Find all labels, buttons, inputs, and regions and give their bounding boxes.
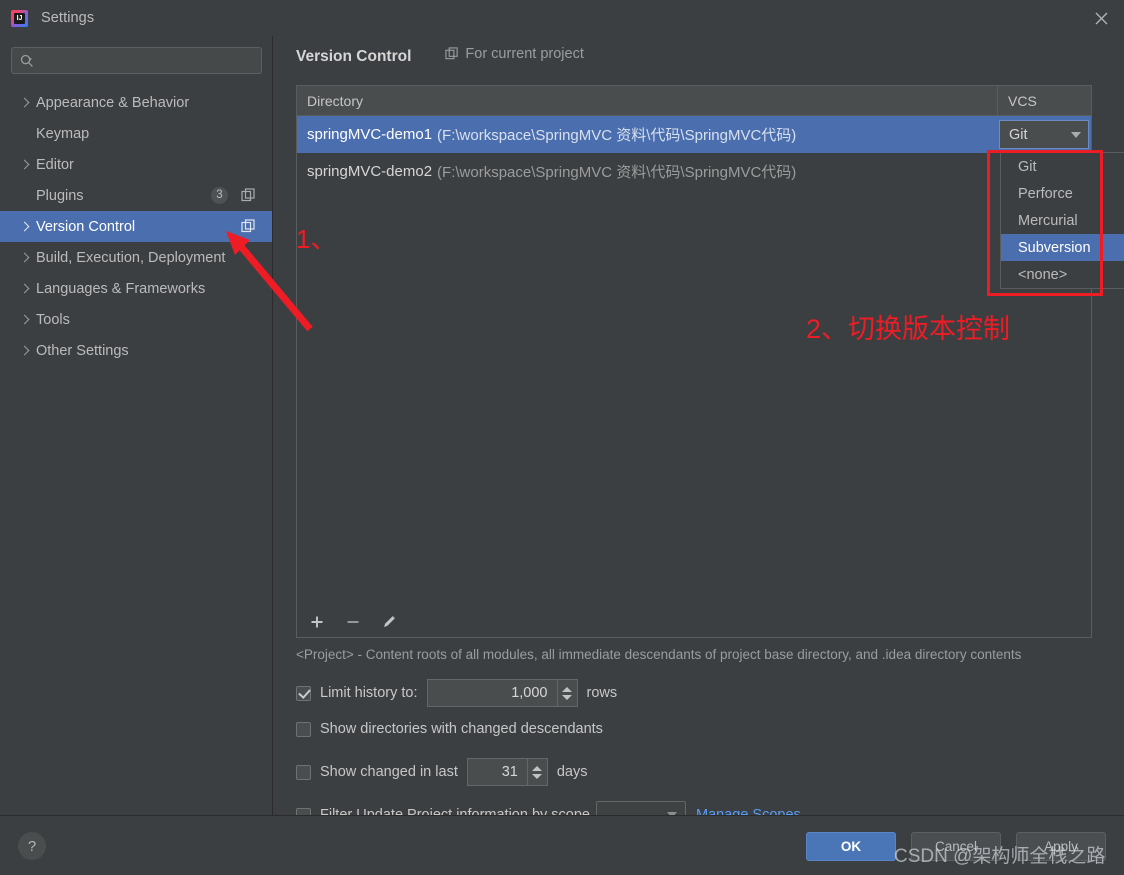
plugins-update-badge: 3 — [211, 187, 228, 204]
settings-tree: Appearance & Behavior Keymap Editor Plug… — [0, 87, 272, 366]
chevron-right-icon — [18, 282, 31, 295]
cancel-button[interactable]: Cancel — [911, 832, 1001, 861]
show-changed-stepper[interactable]: 31 — [466, 758, 548, 786]
column-header-vcs[interactable]: VCS — [998, 86, 1091, 115]
sidebar-item-label: Editor — [36, 156, 74, 173]
copy-scope-icon — [445, 47, 459, 61]
limit-history-suffix: rows — [586, 685, 618, 701]
search-container — [0, 36, 272, 74]
sidebar-item-tools[interactable]: Tools — [0, 304, 272, 335]
version-control-panel: Version Control For current project Dire… — [274, 36, 1124, 829]
page-title: Version Control — [296, 48, 412, 65]
show-directories-label: Show directories with changed descendant… — [320, 721, 603, 737]
chevron-right-icon — [18, 96, 31, 109]
search-icon — [20, 54, 34, 68]
column-header-directory[interactable]: Directory — [297, 86, 998, 115]
sidebar-item-keymap[interactable]: Keymap — [0, 118, 272, 149]
vcs-option-perforce[interactable]: Perforce — [1001, 180, 1124, 207]
sidebar-item-other-settings[interactable]: Other Settings — [0, 335, 272, 366]
stepper-up-icon[interactable] — [532, 765, 543, 771]
title-bar: IJ Settings — [0, 0, 1124, 36]
directory-name: springMVC-demo1 — [307, 126, 433, 143]
vcs-option-none[interactable]: <none> — [1001, 261, 1124, 288]
cell-directory: springMVC-demo1 (F:\workspace\SpringMVC … — [297, 116, 998, 153]
directory-mapping-table: Directory VCS springMVC-demo1 (F:\worksp… — [296, 85, 1092, 607]
show-changed-label: Show changed in last — [320, 764, 458, 780]
help-button[interactable]: ? — [18, 832, 46, 860]
table-header: Directory VCS — [297, 86, 1091, 116]
limit-history-stepper-buttons[interactable] — [556, 679, 578, 707]
directory-name: springMVC-demo2 — [307, 163, 433, 180]
directory-path: (F:\workspace\SpringMVC 资料\代码\SpringMVC代… — [437, 164, 797, 181]
remove-mapping-button[interactable] — [341, 610, 365, 634]
apply-button[interactable]: Apply — [1016, 832, 1106, 861]
sidebar-item-label: Version Control — [36, 218, 136, 235]
sidebar-item-editor[interactable]: Editor — [0, 149, 272, 180]
stepper-down-icon[interactable] — [562, 694, 572, 700]
limit-history-row: Limit history to: 1,000 rows — [296, 679, 617, 707]
show-changed-checkbox[interactable] — [296, 764, 311, 780]
table-row[interactable]: springMVC-demo1 (F:\workspace\SpringMVC … — [297, 116, 1091, 153]
settings-dialog: IJ Settings Appearance & Behavior Keymap… — [0, 0, 1124, 875]
project-scope-note: <Project> - Content roots of all modules… — [296, 647, 1022, 662]
chevron-right-icon — [18, 251, 31, 264]
limit-history-label: Limit history to: — [320, 685, 418, 701]
sidebar-item-label: Tools — [36, 311, 70, 328]
show-changed-value[interactable]: 31 — [466, 758, 527, 786]
sidebar-item-label: Keymap — [36, 125, 90, 142]
search-input[interactable] — [11, 47, 262, 74]
directory-path: (F:\workspace\SpringMVC 资料\代码\SpringMVC代… — [437, 127, 797, 144]
ok-button[interactable]: OK — [806, 832, 896, 861]
limit-history-checkbox[interactable] — [296, 685, 311, 701]
panel-header: Version Control For current project — [296, 46, 584, 66]
sidebar-item-label: Other Settings — [36, 342, 129, 359]
limit-history-value[interactable]: 1,000 — [426, 679, 557, 707]
sidebar-item-build-execution-deployment[interactable]: Build, Execution, Deployment — [0, 242, 272, 273]
add-mapping-button[interactable] — [305, 610, 329, 634]
sidebar-item-languages-frameworks[interactable]: Languages & Frameworks — [0, 273, 272, 304]
copy-icon[interactable] — [241, 188, 256, 203]
sidebar-item-appearance-behavior[interactable]: Appearance & Behavior — [0, 87, 272, 118]
chevron-right-icon — [18, 220, 31, 233]
vcs-option-mercurial[interactable]: Mercurial — [1001, 207, 1124, 234]
show-changed-suffix: days — [556, 764, 588, 780]
vcs-dropdown-menu: Git Perforce Mercurial Subversion <none> — [1000, 152, 1124, 289]
vcs-select[interactable]: Git — [999, 120, 1089, 149]
sidebar-item-label: Appearance & Behavior — [36, 94, 190, 111]
vcs-select-value: Git — [1009, 126, 1028, 143]
close-icon[interactable] — [1078, 0, 1124, 36]
chevron-right-icon — [18, 158, 31, 171]
settings-sidebar: Appearance & Behavior Keymap Editor Plug… — [0, 36, 273, 815]
show-changed-row: Show changed in last 31 days — [296, 758, 587, 786]
chevron-placeholder-icon — [18, 189, 31, 202]
intellij-idea-icon: IJ — [11, 9, 28, 27]
sidebar-item-plugins[interactable]: Plugins 3 — [0, 180, 272, 211]
chevron-right-icon — [18, 313, 31, 326]
limit-history-stepper[interactable]: 1,000 — [426, 679, 578, 707]
sidebar-item-label: Build, Execution, Deployment — [36, 249, 226, 266]
chevron-down-icon — [1071, 131, 1081, 138]
cell-directory: springMVC-demo2 (F:\workspace\SpringMVC … — [297, 153, 998, 190]
chevron-placeholder-icon — [18, 127, 31, 140]
stepper-down-icon[interactable] — [532, 773, 543, 779]
window-title: Settings — [41, 10, 95, 26]
show-changed-stepper-buttons[interactable] — [526, 758, 548, 786]
scope-note-label: For current project — [465, 46, 584, 62]
copy-icon[interactable] — [241, 219, 256, 234]
scope-note: For current project — [445, 46, 584, 62]
show-directories-checkbox[interactable] — [296, 721, 311, 737]
vcs-option-git[interactable]: Git — [1001, 153, 1124, 180]
sidebar-item-label: Plugins — [36, 187, 84, 204]
table-toolbar — [296, 606, 1092, 638]
cell-vcs: Git — [998, 116, 1091, 153]
stepper-up-icon[interactable] — [562, 686, 572, 692]
table-row[interactable]: springMVC-demo2 (F:\workspace\SpringMVC … — [297, 153, 1091, 190]
chevron-right-icon — [18, 344, 31, 357]
vcs-option-subversion[interactable]: Subversion — [1001, 234, 1124, 261]
sidebar-item-label: Languages & Frameworks — [36, 280, 206, 297]
edit-mapping-button[interactable] — [377, 610, 401, 634]
sidebar-item-version-control[interactable]: Version Control — [0, 211, 272, 242]
show-directories-row: Show directories with changed descendant… — [296, 721, 603, 737]
